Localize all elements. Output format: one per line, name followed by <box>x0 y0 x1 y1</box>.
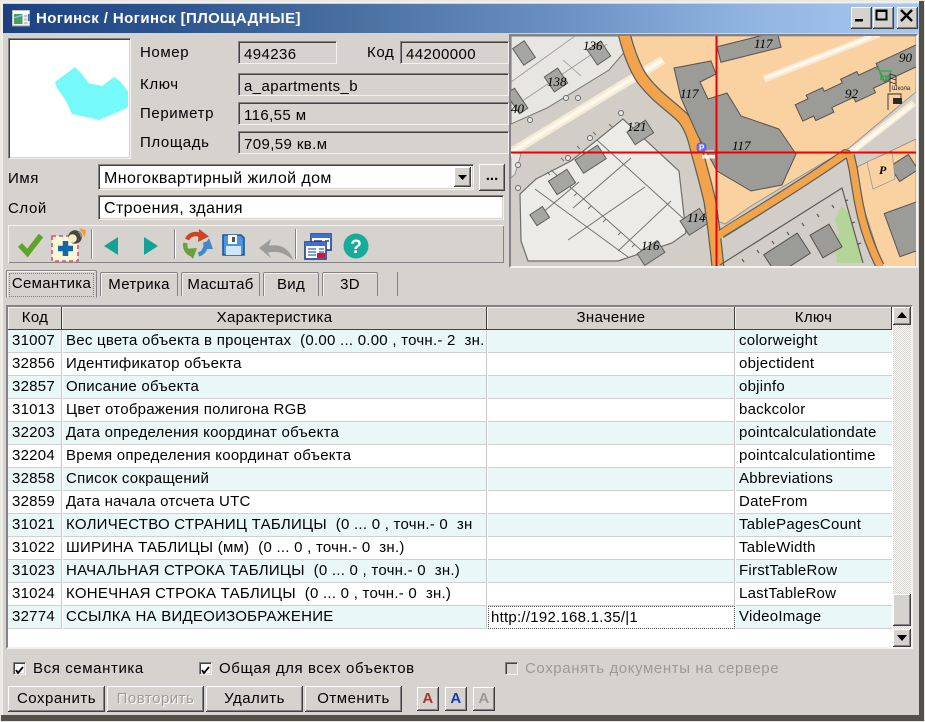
svg-text:114: 114 <box>687 210 706 225</box>
svg-text:P: P <box>699 144 705 153</box>
svg-text:P: P <box>879 163 887 177</box>
svg-text:92: 92 <box>845 86 859 101</box>
svg-text:Школа: Школа <box>892 86 911 92</box>
svg-text:116: 116 <box>641 238 660 253</box>
svg-text:40: 40 <box>511 101 525 116</box>
svg-text:117: 117 <box>732 138 751 153</box>
svg-text:117: 117 <box>754 36 773 51</box>
svg-text:117: 117 <box>680 86 699 101</box>
svg-text:?: ? <box>350 237 362 258</box>
svg-text:121: 121 <box>627 119 647 134</box>
svg-text:138: 138 <box>547 74 567 89</box>
svg-text:90: 90 <box>899 50 913 65</box>
svg-text:136: 136 <box>583 38 603 53</box>
